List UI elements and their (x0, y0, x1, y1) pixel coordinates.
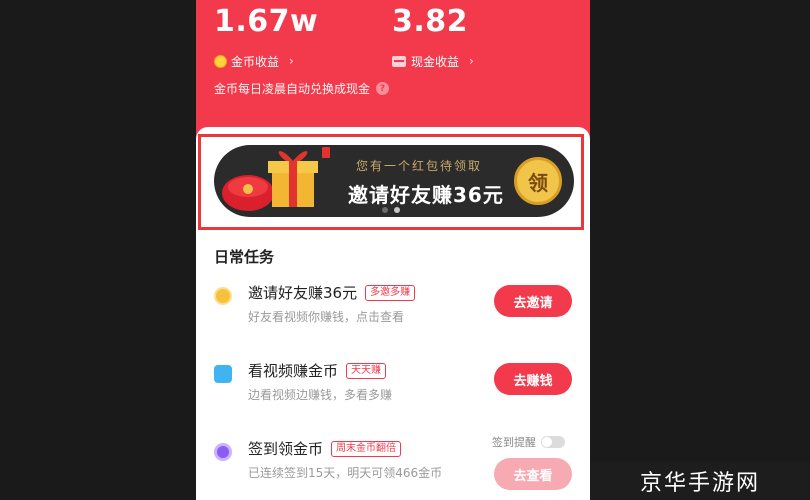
earnings-header: 1.67w 3.82 金币收益 › 现金收益 › 金币每日凌晨自动兑换成现金 ? (196, 0, 590, 140)
chevron-right-icon: › (289, 54, 294, 68)
task-title: 签到领金币 (248, 440, 324, 458)
gold-coin-icon (214, 287, 232, 305)
task-watch-video: 看视频赚金币 天天赚 边看视频边赚钱，多看多赚 去赚钱 (196, 358, 590, 428)
view-button[interactable]: 去查看 (494, 458, 572, 490)
carousel-dots (382, 207, 400, 213)
coin-earnings-link[interactable]: 金币收益 › (214, 52, 294, 70)
carousel-dot[interactable] (394, 207, 400, 213)
cash-icon (392, 55, 406, 67)
task-title: 邀请好友赚36元 (248, 284, 358, 302)
reminder-toggle[interactable] (541, 436, 565, 448)
task-tag: 多邀多赚 (365, 284, 416, 301)
earn-button[interactable]: 去赚钱 (494, 363, 572, 395)
task-description: 边看视频边赚钱，多看多赚 (248, 388, 393, 402)
task-title-row: 签到领金币 周末金币翻倍 (248, 438, 402, 459)
watermark: 京华手游网 (590, 462, 810, 500)
claim-button[interactable]: 领 (514, 157, 562, 205)
cash-earnings-link[interactable]: 现金收益 › (392, 52, 474, 70)
checkin-reminder: 签到提醒 (492, 434, 565, 450)
daily-tasks-title: 日常任务 (214, 248, 275, 266)
phone-screen: 1.67w 3.82 金币收益 › 现金收益 › 金币每日凌晨自动兑换成现金 ? (196, 0, 590, 500)
checkin-icon (214, 443, 232, 461)
reminder-label: 签到提醒 (492, 436, 536, 449)
banner-area: 您有一个红包待领取 邀请好友赚36元 领 (196, 127, 590, 237)
gold-coin-icon (214, 54, 227, 68)
convert-note-text: 金币每日凌晨自动兑换成现金 (214, 82, 371, 96)
task-tag: 周末金币翻倍 (331, 440, 402, 457)
coin-balance: 1.67w (214, 4, 319, 39)
task-checkin: 签到领金币 周末金币翻倍 签到提醒 已连续签到15天，明天可领466金币 去查看 (196, 436, 590, 500)
convert-note: 金币每日凌晨自动兑换成现金 ? (214, 80, 390, 97)
task-invite: 邀请好友赚36元 多邀多赚 好友看视频你赚钱，点击查看 去邀请 (196, 280, 590, 350)
red-envelope-gift-icon (222, 147, 330, 211)
coin-earnings-label: 金币收益 (231, 54, 280, 69)
task-title: 看视频赚金币 (248, 362, 339, 380)
banner-title: 邀请好友赚36元 (348, 183, 504, 207)
banner-subtitle: 您有一个红包待领取 (356, 159, 483, 173)
task-description: 已连续签到15天，明天可领466金币 (248, 466, 443, 480)
task-title-row: 邀请好友赚36元 多邀多赚 (248, 282, 416, 303)
help-icon[interactable]: ? (376, 82, 390, 95)
tv-icon (214, 365, 232, 383)
cash-earnings-label: 现金收益 (411, 54, 460, 69)
task-description: 好友看视频你赚钱，点击查看 (248, 310, 405, 324)
task-tag: 天天赚 (346, 362, 387, 379)
invite-button[interactable]: 去邀请 (494, 285, 572, 317)
cash-balance: 3.82 (392, 4, 469, 39)
carousel-dot-active[interactable] (382, 207, 388, 213)
chevron-right-icon: › (469, 54, 474, 68)
task-title-row: 看视频赚金币 天天赚 (248, 360, 387, 381)
